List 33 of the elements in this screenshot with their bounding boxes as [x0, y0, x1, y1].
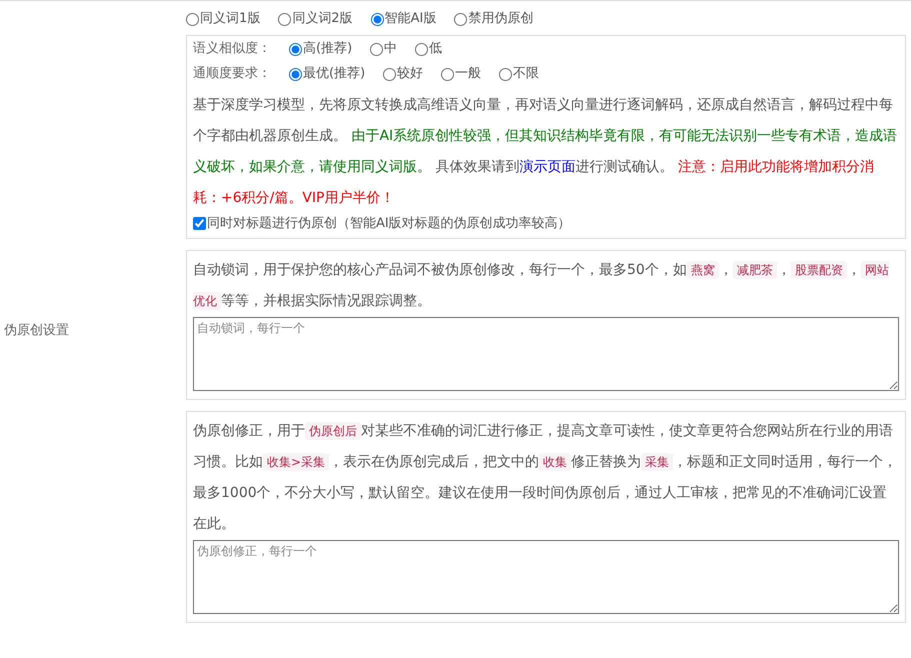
option-label: 智能AI版: [384, 10, 436, 28]
lock-words-field[interactable]: 自动锁词，每行一个: [193, 316, 899, 390]
radio-button[interactable]: [499, 68, 512, 80]
radio-button[interactable]: [383, 68, 396, 80]
option-label: 一般: [455, 65, 482, 83]
option-label: 同义词1版: [200, 10, 260, 28]
lock-words-description: 自动锁词，用于保护您的核心产品词不被伪原创修改，每行一个，最多50个，如 燕窝 ， 减肥茶 ， 股票配资 ， 网站优化 等等，并根据实际情况跟踪调整。: [193, 260, 890, 312]
correction-field[interactable]: 伪原创修正，每行一个: [193, 540, 899, 614]
option-label: 禁用伪原创: [468, 10, 534, 28]
radio-button[interactable]: [186, 12, 199, 26]
setting-label: 语义相似度：: [193, 40, 271, 58]
radio-button[interactable]: [278, 12, 292, 26]
option-label: 同时对标题进行伪原创（智能AI版对标题的伪原创成功率较高）: [207, 215, 571, 232]
option-label: 同义词2版: [292, 10, 353, 28]
radio-button[interactable]: [289, 42, 302, 56]
radio-button[interactable]: [415, 42, 428, 56]
setting-label: 通顺度要求：: [193, 65, 271, 83]
radio-button[interactable]: [370, 42, 384, 56]
radio-button[interactable]: [370, 12, 384, 26]
demo-page-link[interactable]: 演示页面: [519, 159, 576, 175]
option-label: 最优(推荐): [303, 65, 366, 83]
radio-button[interactable]: [441, 68, 454, 80]
option-label: 中: [384, 40, 398, 58]
radio-button[interactable]: [289, 68, 302, 80]
option-label: 较好: [397, 65, 424, 83]
option-label: 高(推荐): [303, 40, 352, 58]
section-label: 伪原创设置: [3, 322, 69, 339]
correction-description: 伪原创修正，用于 伪原创后 对某些不准确的词汇进行修正，提高文章可读性，使文章更符合您网站所在行业的用语习惯。比如 收集>采集 ，表示在伪原创完成后，把文中的 收集 修正替换为 采集 ，标题和正文同时适用，每行一个，最多1000个，不分大小写，默认留空。建议在使用一段时间伪原创后，通过人工审核，把常见的不准确词汇设置在此。: [193, 420, 898, 534]
radio-button[interactable]: [454, 12, 468, 26]
ai-description: 基于深度学习模型，先将原文转换成高维语义向量，再对语义向量进行逐词解码，还原成自然语言，解码过程中每个字都由机器原创生成。 由于AI系统原创性较强，但其知识结构毕竟有限，有可能无法识别一些专有术语，造成语义破坏，如果介意，请使用同义词版。 具体效果请到演示页面进行测试确认。 注意：启用此功能将增加积分消耗：+6积分/篇。VIP用户半价！: [193, 96, 898, 208]
checkbox[interactable]: [193, 216, 206, 230]
option-label: 不限: [513, 65, 540, 83]
option-label: 低: [429, 40, 442, 58]
